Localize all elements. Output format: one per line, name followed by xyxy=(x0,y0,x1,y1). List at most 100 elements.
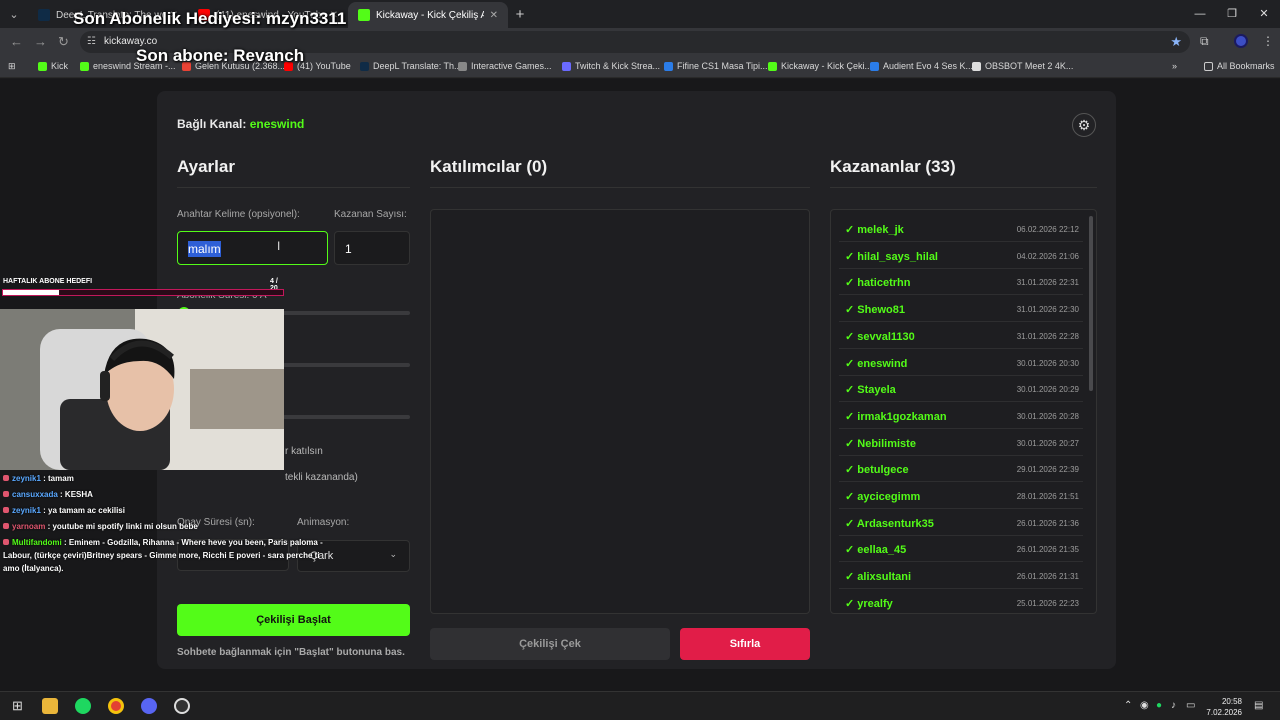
webcam-image xyxy=(0,309,284,470)
check-icon xyxy=(664,61,673,71)
minimize-icon[interactable]: — xyxy=(1184,0,1216,28)
spotify-icon[interactable] xyxy=(75,698,91,714)
winner-row: ✓ eellaa_45 26.01.2026 21:35 xyxy=(839,536,1083,563)
winner-name: ✓ haticetrhn xyxy=(845,277,911,290)
tray-chevron-icon[interactable]: ⌃ xyxy=(1124,700,1132,711)
menu-icon[interactable]: ⋮ xyxy=(1262,34,1274,48)
back-icon[interactable]: ← xyxy=(10,34,23,49)
winner-count-input[interactable]: 1 xyxy=(334,231,410,265)
new-tab-icon[interactable]: + xyxy=(508,2,532,28)
winner-date: 31.01.2026 22:30 xyxy=(1016,305,1079,315)
games-icon xyxy=(458,61,467,71)
site-info-icon[interactable]: ☷ xyxy=(87,36,96,47)
scrollbar[interactable] xyxy=(1089,216,1093,391)
bookmark-label: Interactive Games... xyxy=(471,61,552,71)
divider xyxy=(830,187,1097,188)
tab-kickaway[interactable]: Kickaway - Kick Çekiliş Aracı ✕ xyxy=(348,2,508,28)
winner-name: ✓ Stayela xyxy=(845,384,896,397)
winner-row: ✓ betulgece 29.01.2026 22:39 xyxy=(839,456,1083,483)
bookmark-star-icon[interactable]: ★ xyxy=(1170,34,1182,50)
spotify-tray-icon[interactable]: ● xyxy=(1156,700,1162,711)
deepl-icon xyxy=(38,9,50,21)
tray-app-icon[interactable]: ◉ xyxy=(1140,700,1149,711)
bookmark-item[interactable]: Kick xyxy=(38,61,68,71)
clock[interactable]: 20:58 7.02.2026 xyxy=(1206,696,1242,718)
winner-name: ✓ Ardasenturk35 xyxy=(845,517,934,530)
chat-message: zeynik1 : ya tamam ac cekilisi xyxy=(3,504,325,517)
chat-text: : tamam xyxy=(40,474,74,483)
bookmark-item[interactable]: DeepL Translate: Th... xyxy=(360,61,462,71)
windows-start-icon[interactable]: ⊞ xyxy=(12,698,23,714)
extensions-icon[interactable]: ⧉ xyxy=(1200,34,1209,49)
reset-button[interactable]: Sıfırla xyxy=(680,628,810,660)
network-icon[interactable]: ▭ xyxy=(1186,700,1195,711)
kick-icon xyxy=(768,61,777,71)
chat-username: zeynik1 xyxy=(12,506,41,515)
text-cursor-icon: I xyxy=(277,239,281,253)
connect-hint: Sohbete bağlanmak için "Başlat" butonuna… xyxy=(177,647,405,658)
discord-icon[interactable] xyxy=(141,698,157,714)
window-controls: — ❐ ✕ xyxy=(1184,0,1280,28)
winner-name: ✓ yrealfy xyxy=(845,597,893,610)
close-tab-icon[interactable]: ✕ xyxy=(490,10,498,21)
winner-name: ✓ alixsultani xyxy=(845,571,912,584)
weekly-sub-goal: HAFTALIK ABONE HEDEFI 4 / 20 xyxy=(0,276,286,298)
cp-icon xyxy=(562,61,571,71)
bookmark-label: Fifine CS1 Masa Tipi... xyxy=(677,61,768,71)
winner-date: 30.01.2026 20:27 xyxy=(1016,438,1079,448)
taskbar: ⊞ ⌃ ◉ ● ♪ ▭ 20:58 7.02.2026 ▤ xyxy=(0,691,1280,720)
bookmark-item[interactable]: OBSBOT Meet 2 4K... xyxy=(972,61,1073,71)
chat-message: Multifandomi : Eminem - Godzilla, Rihann… xyxy=(3,536,325,575)
deepl-icon xyxy=(360,61,369,71)
clock-date: 7.02.2026 xyxy=(1206,708,1242,717)
winner-date: 25.01.2026 22:23 xyxy=(1016,598,1079,608)
winner-row: ✓ alixsultani 26.01.2026 21:31 xyxy=(839,563,1083,590)
winners-title: Kazananlar (33) xyxy=(830,157,956,176)
bookmark-item[interactable]: Kickaway - Kick Çeki... xyxy=(768,61,872,71)
chat-message: yarnoam : youtube mi spotify linki mi ol… xyxy=(3,520,325,533)
slider-track[interactable] xyxy=(283,415,410,419)
goal-label: HAFTALIK ABONE HEDEFI xyxy=(3,278,93,285)
more-bookmarks-icon[interactable]: » xyxy=(1172,61,1177,71)
reload-icon[interactable]: ↻ xyxy=(58,34,69,50)
winners-list[interactable]: ✓ melek_jk 06.02.2026 22:12 ✓ hilal_says_h… xyxy=(830,209,1097,614)
keyword-input[interactable]: malım xyxy=(177,231,328,265)
chevron-down-icon: ⌄ xyxy=(389,549,397,559)
bookmark-label: Kick xyxy=(51,61,69,71)
kick-icon xyxy=(358,9,370,21)
bookmark-item[interactable]: Interactive Games... xyxy=(458,61,552,71)
slider-track[interactable] xyxy=(283,363,410,367)
start-giveaway-button[interactable]: Çekilişi Başlat xyxy=(177,604,410,636)
profile-avatar[interactable] xyxy=(1234,34,1248,48)
restore-icon[interactable]: ❐ xyxy=(1216,0,1248,28)
apps-icon[interactable]: ⊞ xyxy=(8,61,16,72)
kick-icon xyxy=(80,61,89,71)
winner-name: ✓ eneswind xyxy=(845,357,908,370)
gear-icon[interactable]: ⚙ xyxy=(1072,113,1096,137)
close-window-icon[interactable]: ✕ xyxy=(1248,0,1280,28)
chat-username: Multifandomi xyxy=(12,538,62,547)
notification-icon[interactable]: ▤ xyxy=(1254,700,1263,711)
kick-icon xyxy=(38,61,47,71)
winner-date: 04.02.2026 21:06 xyxy=(1016,251,1079,261)
bookmark-label: Twitch & Kick Strea... xyxy=(575,61,661,71)
file-explorer-icon[interactable] xyxy=(42,698,58,714)
bookmark-item[interactable]: Twitch & Kick Strea... xyxy=(562,61,660,71)
bookmark-item[interactable]: Fifine CS1 Masa Tipi... xyxy=(664,61,768,71)
bookmark-item[interactable]: All Bookmarks xyxy=(1204,61,1275,71)
participate-option-text: r katılsın xyxy=(285,446,323,457)
winner-row: ✓ melek_jk 06.02.2026 22:12 xyxy=(839,216,1083,242)
forward-icon[interactable]: → xyxy=(34,34,47,49)
connected-channel: Bağlı Kanal: eneswind xyxy=(177,117,304,131)
bookmark-item[interactable]: Audient Evo 4 Ses K... xyxy=(870,61,973,71)
chat-text: : ya tamam ac cekilisi xyxy=(40,506,125,515)
chat-text: : youtube mi spotify linki mi olsun bebe xyxy=(45,522,198,531)
chrome-icon[interactable] xyxy=(108,698,124,714)
chat-username: yarnoam xyxy=(12,522,46,531)
divider xyxy=(430,187,810,188)
winner-date: 31.01.2026 22:28 xyxy=(1016,331,1079,341)
draw-winner-button[interactable]: Çekilişi Çek xyxy=(430,628,670,660)
tab-search-icon[interactable]: ⌄ xyxy=(0,0,28,28)
volume-icon[interactable]: ♪ xyxy=(1171,700,1176,711)
obs-icon[interactable] xyxy=(174,698,190,714)
